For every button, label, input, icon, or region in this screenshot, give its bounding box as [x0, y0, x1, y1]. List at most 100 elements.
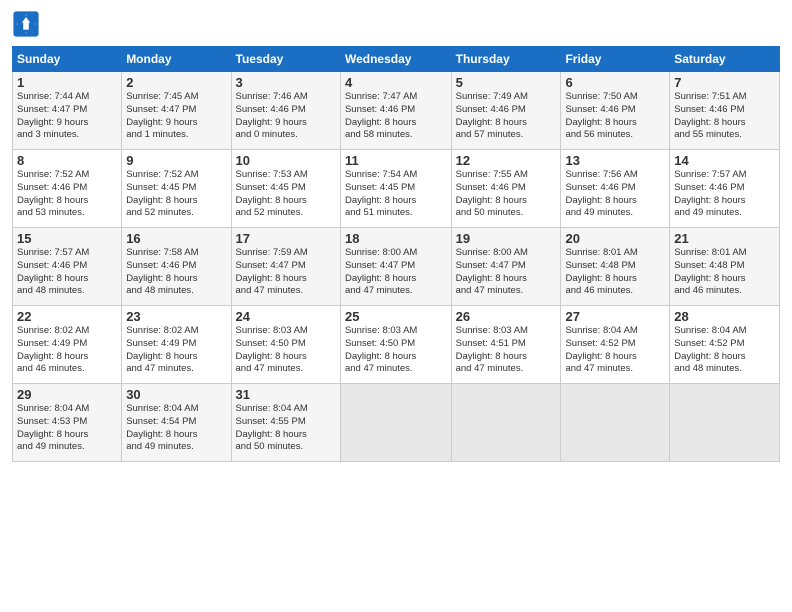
- day-number: 29: [17, 387, 117, 402]
- calendar-cell: 26 Sunrise: 8:03 AM Sunset: 4:51 PM Dayl…: [451, 306, 561, 384]
- day-info: Sunrise: 8:00 AM Sunset: 4:47 PM Dayligh…: [456, 247, 557, 298]
- day-info: Sunrise: 7:53 AM Sunset: 4:45 PM Dayligh…: [236, 169, 336, 220]
- day-info: Sunrise: 8:04 AM Sunset: 4:54 PM Dayligh…: [126, 403, 226, 454]
- calendar-table: Sunday Monday Tuesday Wednesday Thursday…: [12, 46, 780, 462]
- logo: [12, 10, 44, 38]
- day-number: 27: [565, 309, 665, 324]
- day-number: 12: [456, 153, 557, 168]
- day-number: 22: [17, 309, 117, 324]
- col-monday: Monday: [122, 47, 231, 72]
- calendar-cell: 23 Sunrise: 8:02 AM Sunset: 4:49 PM Dayl…: [122, 306, 231, 384]
- day-number: 17: [236, 231, 336, 246]
- logo-icon: [12, 10, 40, 38]
- day-number: 11: [345, 153, 447, 168]
- day-info: Sunrise: 7:52 AM Sunset: 4:46 PM Dayligh…: [17, 169, 117, 220]
- calendar-cell: [670, 384, 780, 462]
- header: [12, 10, 780, 38]
- day-info: Sunrise: 7:47 AM Sunset: 4:46 PM Dayligh…: [345, 91, 447, 142]
- calendar-cell: 11 Sunrise: 7:54 AM Sunset: 4:45 PM Dayl…: [340, 150, 451, 228]
- calendar-cell: 7 Sunrise: 7:51 AM Sunset: 4:46 PM Dayli…: [670, 72, 780, 150]
- day-number: 4: [345, 75, 447, 90]
- day-info: Sunrise: 7:45 AM Sunset: 4:47 PM Dayligh…: [126, 91, 226, 142]
- day-number: 8: [17, 153, 117, 168]
- calendar-cell: 19 Sunrise: 8:00 AM Sunset: 4:47 PM Dayl…: [451, 228, 561, 306]
- calendar-cell: 16 Sunrise: 7:58 AM Sunset: 4:46 PM Dayl…: [122, 228, 231, 306]
- day-info: Sunrise: 7:54 AM Sunset: 4:45 PM Dayligh…: [345, 169, 447, 220]
- calendar-cell: 8 Sunrise: 7:52 AM Sunset: 4:46 PM Dayli…: [13, 150, 122, 228]
- day-info: Sunrise: 7:55 AM Sunset: 4:46 PM Dayligh…: [456, 169, 557, 220]
- calendar-cell: 2 Sunrise: 7:45 AM Sunset: 4:47 PM Dayli…: [122, 72, 231, 150]
- day-number: 10: [236, 153, 336, 168]
- day-info: Sunrise: 7:46 AM Sunset: 4:46 PM Dayligh…: [236, 91, 336, 142]
- day-number: 28: [674, 309, 775, 324]
- calendar-week-row: 29 Sunrise: 8:04 AM Sunset: 4:53 PM Dayl…: [13, 384, 780, 462]
- day-number: 15: [17, 231, 117, 246]
- calendar-cell: [561, 384, 670, 462]
- col-thursday: Thursday: [451, 47, 561, 72]
- calendar-week-row: 8 Sunrise: 7:52 AM Sunset: 4:46 PM Dayli…: [13, 150, 780, 228]
- day-number: 24: [236, 309, 336, 324]
- day-number: 7: [674, 75, 775, 90]
- day-info: Sunrise: 7:59 AM Sunset: 4:47 PM Dayligh…: [236, 247, 336, 298]
- day-number: 20: [565, 231, 665, 246]
- calendar-cell: [340, 384, 451, 462]
- day-number: 1: [17, 75, 117, 90]
- day-info: Sunrise: 8:01 AM Sunset: 4:48 PM Dayligh…: [565, 247, 665, 298]
- calendar-cell: 15 Sunrise: 7:57 AM Sunset: 4:46 PM Dayl…: [13, 228, 122, 306]
- col-sunday: Sunday: [13, 47, 122, 72]
- calendar-cell: 28 Sunrise: 8:04 AM Sunset: 4:52 PM Dayl…: [670, 306, 780, 384]
- day-info: Sunrise: 8:01 AM Sunset: 4:48 PM Dayligh…: [674, 247, 775, 298]
- calendar-cell: 25 Sunrise: 8:03 AM Sunset: 4:50 PM Dayl…: [340, 306, 451, 384]
- day-info: Sunrise: 7:57 AM Sunset: 4:46 PM Dayligh…: [674, 169, 775, 220]
- col-wednesday: Wednesday: [340, 47, 451, 72]
- calendar-week-row: 15 Sunrise: 7:57 AM Sunset: 4:46 PM Dayl…: [13, 228, 780, 306]
- day-number: 25: [345, 309, 447, 324]
- day-number: 14: [674, 153, 775, 168]
- calendar-cell: 4 Sunrise: 7:47 AM Sunset: 4:46 PM Dayli…: [340, 72, 451, 150]
- day-info: Sunrise: 8:02 AM Sunset: 4:49 PM Dayligh…: [17, 325, 117, 376]
- day-number: 13: [565, 153, 665, 168]
- col-saturday: Saturday: [670, 47, 780, 72]
- day-number: 2: [126, 75, 226, 90]
- calendar-cell: [451, 384, 561, 462]
- day-info: Sunrise: 8:03 AM Sunset: 4:50 PM Dayligh…: [345, 325, 447, 376]
- calendar-cell: 29 Sunrise: 8:04 AM Sunset: 4:53 PM Dayl…: [13, 384, 122, 462]
- calendar-cell: 10 Sunrise: 7:53 AM Sunset: 4:45 PM Dayl…: [231, 150, 340, 228]
- day-info: Sunrise: 7:57 AM Sunset: 4:46 PM Dayligh…: [17, 247, 117, 298]
- calendar-cell: 31 Sunrise: 8:04 AM Sunset: 4:55 PM Dayl…: [231, 384, 340, 462]
- calendar-cell: 30 Sunrise: 8:04 AM Sunset: 4:54 PM Dayl…: [122, 384, 231, 462]
- day-number: 3: [236, 75, 336, 90]
- day-number: 18: [345, 231, 447, 246]
- calendar-cell: 14 Sunrise: 7:57 AM Sunset: 4:46 PM Dayl…: [670, 150, 780, 228]
- day-info: Sunrise: 7:49 AM Sunset: 4:46 PM Dayligh…: [456, 91, 557, 142]
- calendar-cell: 18 Sunrise: 8:00 AM Sunset: 4:47 PM Dayl…: [340, 228, 451, 306]
- calendar-cell: 13 Sunrise: 7:56 AM Sunset: 4:46 PM Dayl…: [561, 150, 670, 228]
- day-info: Sunrise: 7:58 AM Sunset: 4:46 PM Dayligh…: [126, 247, 226, 298]
- day-info: Sunrise: 8:04 AM Sunset: 4:55 PM Dayligh…: [236, 403, 336, 454]
- page-container: Sunday Monday Tuesday Wednesday Thursday…: [0, 0, 792, 472]
- day-number: 16: [126, 231, 226, 246]
- col-friday: Friday: [561, 47, 670, 72]
- day-info: Sunrise: 8:02 AM Sunset: 4:49 PM Dayligh…: [126, 325, 226, 376]
- calendar-cell: 9 Sunrise: 7:52 AM Sunset: 4:45 PM Dayli…: [122, 150, 231, 228]
- calendar-cell: 27 Sunrise: 8:04 AM Sunset: 4:52 PM Dayl…: [561, 306, 670, 384]
- day-info: Sunrise: 8:03 AM Sunset: 4:51 PM Dayligh…: [456, 325, 557, 376]
- day-info: Sunrise: 8:04 AM Sunset: 4:53 PM Dayligh…: [17, 403, 117, 454]
- day-number: 19: [456, 231, 557, 246]
- calendar-week-row: 1 Sunrise: 7:44 AM Sunset: 4:47 PM Dayli…: [13, 72, 780, 150]
- calendar-week-row: 22 Sunrise: 8:02 AM Sunset: 4:49 PM Dayl…: [13, 306, 780, 384]
- day-info: Sunrise: 8:04 AM Sunset: 4:52 PM Dayligh…: [565, 325, 665, 376]
- day-info: Sunrise: 7:51 AM Sunset: 4:46 PM Dayligh…: [674, 91, 775, 142]
- day-info: Sunrise: 7:56 AM Sunset: 4:46 PM Dayligh…: [565, 169, 665, 220]
- calendar-cell: 5 Sunrise: 7:49 AM Sunset: 4:46 PM Dayli…: [451, 72, 561, 150]
- day-info: Sunrise: 7:50 AM Sunset: 4:46 PM Dayligh…: [565, 91, 665, 142]
- calendar-cell: 3 Sunrise: 7:46 AM Sunset: 4:46 PM Dayli…: [231, 72, 340, 150]
- calendar-cell: 22 Sunrise: 8:02 AM Sunset: 4:49 PM Dayl…: [13, 306, 122, 384]
- day-info: Sunrise: 7:52 AM Sunset: 4:45 PM Dayligh…: [126, 169, 226, 220]
- day-number: 23: [126, 309, 226, 324]
- calendar-cell: 24 Sunrise: 8:03 AM Sunset: 4:50 PM Dayl…: [231, 306, 340, 384]
- day-number: 9: [126, 153, 226, 168]
- day-number: 30: [126, 387, 226, 402]
- day-number: 6: [565, 75, 665, 90]
- calendar-cell: 1 Sunrise: 7:44 AM Sunset: 4:47 PM Dayli…: [13, 72, 122, 150]
